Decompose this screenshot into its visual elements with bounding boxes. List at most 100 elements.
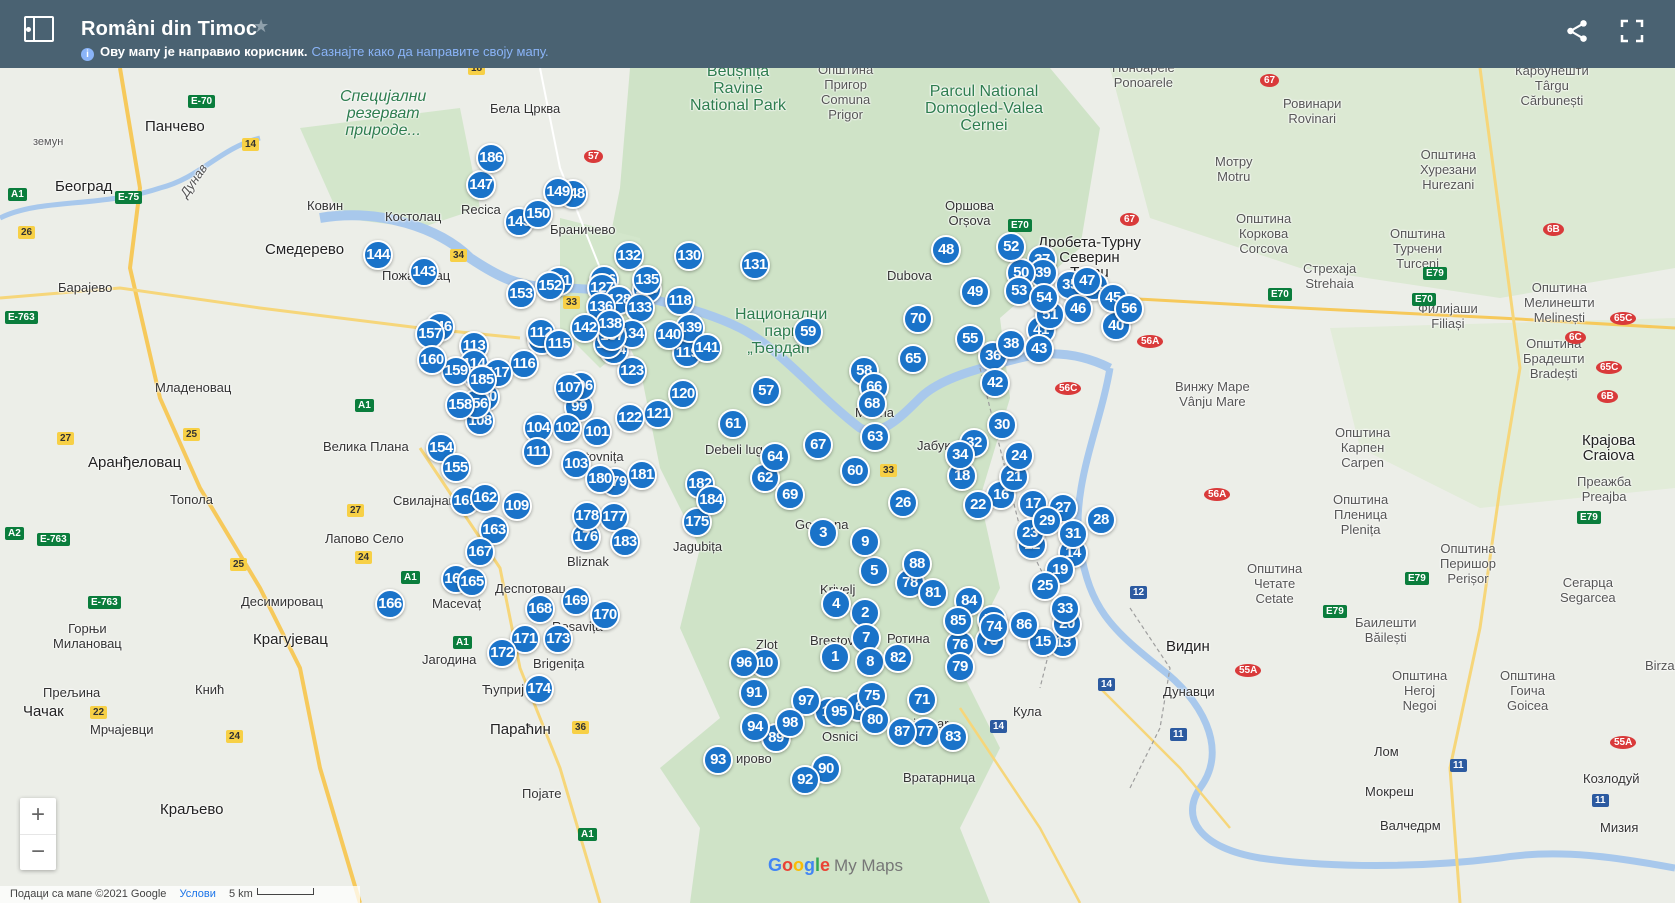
map-canvas[interactable]: Специјални резерват природе... Beușnița …: [0, 68, 1675, 903]
marker-122[interactable]: 122: [615, 403, 645, 433]
marker-96[interactable]: 96: [729, 648, 759, 678]
marker-59[interactable]: 59: [793, 317, 823, 347]
marker-69[interactable]: 69: [775, 480, 805, 510]
marker-178[interactable]: 178: [572, 501, 602, 531]
marker-63[interactable]: 63: [860, 422, 890, 452]
marker-121[interactable]: 121: [643, 399, 673, 429]
learn-more-link[interactable]: Сазнајте како да направите своју мапу.: [312, 44, 549, 59]
marker-153[interactable]: 153: [506, 279, 536, 309]
marker-9[interactable]: 9: [850, 527, 880, 557]
marker-26[interactable]: 26: [888, 488, 918, 518]
marker-71[interactable]: 71: [907, 685, 937, 715]
marker-22[interactable]: 22: [963, 490, 993, 520]
marker-102[interactable]: 102: [552, 413, 582, 443]
marker-135[interactable]: 135: [632, 265, 662, 295]
marker-74[interactable]: 74: [979, 612, 1009, 642]
marker-64[interactable]: 64: [760, 442, 790, 472]
marker-173[interactable]: 173: [543, 624, 573, 654]
marker-33[interactable]: 33: [1050, 594, 1080, 624]
marker-49[interactable]: 49: [960, 277, 990, 307]
marker-54[interactable]: 54: [1029, 283, 1059, 313]
marker-56[interactable]: 56: [1114, 294, 1144, 324]
sidebar-toggle-icon[interactable]: [24, 16, 54, 42]
marker-155[interactable]: 155: [441, 453, 471, 483]
zoom-in-button[interactable]: +: [20, 798, 56, 834]
marker-65[interactable]: 65: [898, 344, 928, 374]
marker-162[interactable]: 162: [470, 483, 500, 513]
marker-55[interactable]: 55: [955, 324, 985, 354]
marker-93[interactable]: 93: [703, 745, 733, 775]
marker-170[interactable]: 170: [590, 600, 620, 630]
marker-43[interactable]: 43: [1024, 334, 1054, 364]
marker-70[interactable]: 70: [903, 304, 933, 334]
marker-88[interactable]: 88: [902, 549, 932, 579]
marker-95[interactable]: 95: [824, 697, 854, 727]
marker-158[interactable]: 158: [445, 390, 475, 420]
marker-172[interactable]: 172: [487, 638, 517, 668]
marker-166[interactable]: 166: [375, 589, 405, 619]
marker-107[interactable]: 107: [554, 373, 584, 403]
marker-30[interactable]: 30: [987, 410, 1017, 440]
marker-81[interactable]: 81: [918, 578, 948, 608]
marker-174[interactable]: 174: [524, 674, 554, 704]
marker-8[interactable]: 8: [855, 647, 885, 677]
marker-42[interactable]: 42: [980, 368, 1010, 398]
marker-86[interactable]: 86: [1009, 610, 1039, 640]
marker-147[interactable]: 147: [466, 170, 496, 200]
terms-link[interactable]: Услови: [179, 888, 215, 900]
marker-38[interactable]: 38: [996, 329, 1026, 359]
marker-186[interactable]: 186: [476, 143, 506, 173]
marker-150[interactable]: 150: [523, 199, 553, 229]
marker-80[interactable]: 80: [860, 705, 890, 735]
marker-131[interactable]: 131: [740, 250, 770, 280]
marker-141[interactable]: 141: [692, 333, 722, 363]
marker-91[interactable]: 91: [739, 678, 769, 708]
marker-140[interactable]: 140: [654, 320, 684, 350]
marker-98[interactable]: 98: [775, 708, 805, 738]
marker-181[interactable]: 181: [627, 460, 657, 490]
marker-87[interactable]: 87: [887, 717, 917, 747]
marker-116[interactable]: 116: [509, 349, 539, 379]
marker-118[interactable]: 118: [665, 286, 695, 316]
marker-67[interactable]: 67: [803, 430, 833, 460]
marker-94[interactable]: 94: [740, 712, 770, 742]
marker-165[interactable]: 165: [457, 567, 487, 597]
marker-61[interactable]: 61: [718, 409, 748, 439]
marker-47[interactable]: 47: [1072, 266, 1102, 296]
marker-143[interactable]: 143: [409, 257, 439, 287]
star-icon[interactable]: ★: [253, 16, 269, 37]
marker-101[interactable]: 101: [582, 417, 612, 447]
marker-130[interactable]: 130: [674, 241, 704, 271]
fullscreen-icon[interactable]: [1620, 19, 1644, 43]
marker-180[interactable]: 180: [585, 464, 615, 494]
marker-120[interactable]: 120: [668, 379, 698, 409]
marker-115[interactable]: 115: [544, 329, 574, 359]
marker-24[interactable]: 24: [1004, 441, 1034, 471]
marker-184[interactable]: 184: [696, 485, 726, 515]
marker-167[interactable]: 167: [465, 537, 495, 567]
marker-185[interactable]: 185: [467, 365, 497, 395]
marker-109[interactable]: 109: [502, 491, 532, 521]
zoom-out-button[interactable]: −: [20, 834, 56, 871]
marker-85[interactable]: 85: [943, 606, 973, 636]
share-icon[interactable]: [1564, 18, 1590, 44]
marker-28[interactable]: 28: [1086, 505, 1116, 535]
marker-111[interactable]: 111: [522, 437, 552, 467]
marker-83[interactable]: 83: [938, 722, 968, 752]
marker-183[interactable]: 183: [610, 527, 640, 557]
marker-46[interactable]: 46: [1063, 294, 1093, 324]
marker-60[interactable]: 60: [840, 456, 870, 486]
marker-31[interactable]: 31: [1058, 519, 1088, 549]
marker-152[interactable]: 152: [535, 271, 565, 301]
marker-57[interactable]: 57: [751, 376, 781, 406]
marker-34[interactable]: 34: [945, 440, 975, 470]
marker-1[interactable]: 1: [820, 642, 850, 672]
marker-142[interactable]: 142: [570, 313, 600, 343]
marker-144[interactable]: 144: [363, 240, 393, 270]
marker-169[interactable]: 169: [561, 586, 591, 616]
marker-48[interactable]: 48: [931, 235, 961, 265]
marker-168[interactable]: 168: [525, 594, 555, 624]
marker-68[interactable]: 68: [857, 389, 887, 419]
marker-82[interactable]: 82: [883, 643, 913, 673]
marker-92[interactable]: 92: [790, 765, 820, 795]
